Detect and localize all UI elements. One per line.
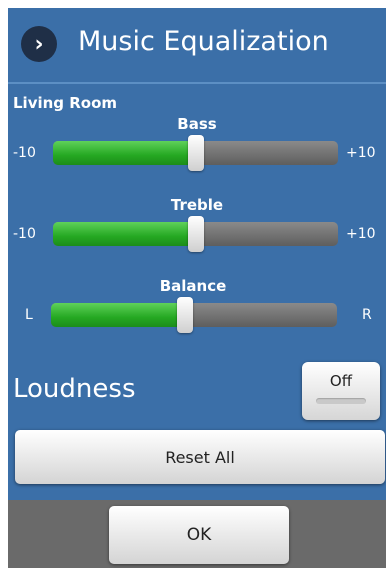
- bass-min-label: -10: [13, 145, 36, 161]
- loudness-toggle[interactable]: Off: [302, 362, 380, 420]
- bass-slider-fill: [53, 141, 196, 165]
- balance-slider-thumb[interactable]: [177, 297, 194, 333]
- treble-label: Treble: [170, 196, 224, 214]
- balance-right-label: R: [362, 307, 372, 323]
- treble-slider-fill: [53, 222, 196, 246]
- music-equalization-dialog: › Music Equalization Living Room Bass -1…: [8, 8, 386, 568]
- treble-min-label: -10: [13, 226, 36, 242]
- loudness-label: Loudness: [13, 374, 136, 404]
- reset-all-label: Reset All: [165, 447, 235, 467]
- zone-label: Living Room: [13, 94, 118, 112]
- chevron-right-icon[interactable]: ›: [21, 26, 57, 62]
- dialog-title: Music Equalization: [78, 26, 329, 57]
- bass-slider-thumb[interactable]: [187, 135, 204, 171]
- title-bar: › Music Equalization: [8, 8, 386, 84]
- loudness-toggle-indicator: [316, 398, 366, 404]
- treble-slider[interactable]: [53, 216, 338, 252]
- treble-slider-thumb[interactable]: [187, 216, 204, 252]
- loudness-toggle-label: Off: [329, 372, 353, 390]
- reset-all-button[interactable]: Reset All: [15, 430, 385, 484]
- dialog-footer: OK: [8, 500, 386, 568]
- balance-label: Balance: [159, 277, 227, 295]
- bass-label: Bass: [177, 115, 217, 133]
- balance-slider-fill: [51, 303, 186, 327]
- ok-button[interactable]: OK: [109, 506, 289, 564]
- bass-slider[interactable]: [53, 135, 338, 171]
- balance-slider[interactable]: [51, 297, 337, 333]
- balance-left-label: L: [25, 307, 33, 323]
- bass-max-label: +10: [346, 145, 376, 161]
- ok-label: OK: [186, 525, 212, 545]
- treble-max-label: +10: [346, 226, 376, 242]
